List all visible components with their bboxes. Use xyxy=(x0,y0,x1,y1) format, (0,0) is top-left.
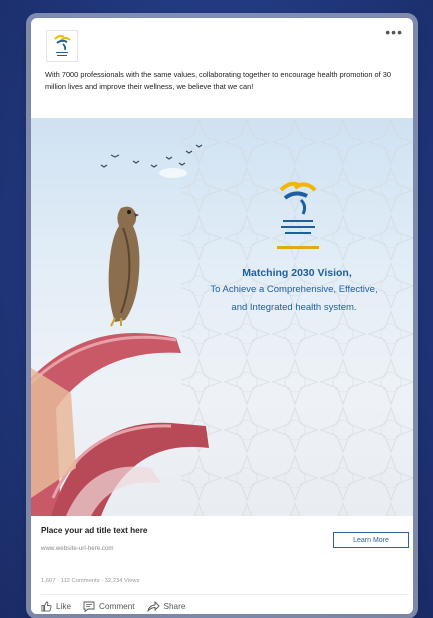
like-label: Like xyxy=(56,602,72,611)
share-icon xyxy=(146,601,160,612)
birds-icon xyxy=(100,144,203,178)
engagement-stats: 1,607 · 112 Comments · 32,234 Views xyxy=(41,578,140,584)
vision-line-1: To Achieve a Comprehensive, Effective, xyxy=(210,284,378,295)
divider xyxy=(41,594,409,595)
share-label: Share xyxy=(163,602,186,611)
ad-image[interactable]: Matching 2030 Vision, To Achieve a Compr… xyxy=(31,118,413,516)
sponsored-post-card: ••• With 7000 professionals with the sam… xyxy=(31,18,413,614)
post-text: With 7000 professionals with the same va… xyxy=(45,70,391,91)
ad-footer: Place your ad title text here www.websit… xyxy=(31,516,413,614)
arches-illustration xyxy=(31,333,209,516)
vision-headline: Matching 2030 Vision, xyxy=(242,267,352,279)
share-button[interactable]: Share xyxy=(146,601,186,612)
falcon-illustration xyxy=(108,206,140,327)
comment-label: Comment xyxy=(99,602,135,611)
ad-url[interactable]: www.website-url-here.com xyxy=(41,545,114,552)
vision-logo xyxy=(277,181,319,249)
comment-button[interactable]: Comment xyxy=(83,601,135,612)
post-header: ••• With 7000 professionals with the sam… xyxy=(31,18,413,116)
more-options-icon[interactable]: ••• xyxy=(385,24,403,40)
vision-line-2: and Integrated health system. xyxy=(231,302,357,313)
action-bar: Like Comment Share xyxy=(41,601,185,612)
comment-icon xyxy=(83,601,95,612)
like-button[interactable]: Like xyxy=(41,601,71,612)
learn-more-button[interactable]: Learn More xyxy=(333,532,409,548)
company-logo[interactable] xyxy=(46,30,78,62)
ad-title[interactable]: Place your ad title text here xyxy=(41,526,147,535)
thumbs-up-icon xyxy=(41,601,52,612)
